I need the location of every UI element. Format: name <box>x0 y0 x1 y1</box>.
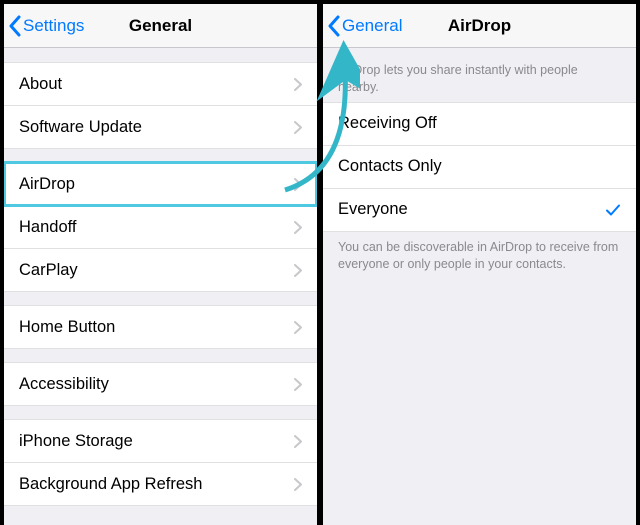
option-everyone[interactable]: Everyone <box>323 188 636 232</box>
back-label: Settings <box>23 16 84 36</box>
list-item-airdrop[interactable]: AirDrop <box>4 162 317 206</box>
back-label: General <box>342 16 402 36</box>
chevron-left-icon <box>8 15 21 37</box>
chevron-right-icon <box>294 264 302 277</box>
general-settings-screen: Settings General About Software Update A… <box>4 4 317 525</box>
list-item-label: AirDrop <box>19 175 75 194</box>
list-item-carplay[interactable]: CarPlay <box>4 248 317 292</box>
back-button-general[interactable]: General <box>323 15 402 37</box>
list-item-label: Home Button <box>19 318 115 337</box>
list-item-label: CarPlay <box>19 261 78 280</box>
list-item-background-app-refresh[interactable]: Background App Refresh <box>4 462 317 506</box>
option-receiving-off[interactable]: Receiving Off <box>323 102 636 146</box>
chevron-left-icon <box>327 15 340 37</box>
list-item-software-update[interactable]: Software Update <box>4 105 317 149</box>
list-item-label: Background App Refresh <box>19 475 202 494</box>
general-list: About Software Update AirDrop Handoff Ca… <box>4 48 317 525</box>
list-item-label: Software Update <box>19 118 142 137</box>
chevron-right-icon <box>294 435 302 448</box>
chevron-right-icon <box>294 178 302 191</box>
option-contacts-only[interactable]: Contacts Only <box>323 145 636 189</box>
airdrop-content: AirDrop lets you share instantly with pe… <box>323 48 636 525</box>
list-item-label: iPhone Storage <box>19 432 133 451</box>
chevron-right-icon <box>294 78 302 91</box>
list-item-label: About <box>19 75 62 94</box>
chevron-right-icon <box>294 378 302 391</box>
list-item-handoff[interactable]: Handoff <box>4 205 317 249</box>
checkmark-icon <box>605 202 621 218</box>
chevron-right-icon <box>294 221 302 234</box>
airdrop-settings-screen: General AirDrop AirDrop lets you share i… <box>323 4 636 525</box>
navbar-left: Settings General <box>4 4 317 48</box>
list-item-label: Accessibility <box>19 375 109 394</box>
list-item-about[interactable]: About <box>4 62 317 106</box>
option-label: Receiving Off <box>338 114 437 133</box>
option-label: Contacts Only <box>338 157 442 176</box>
chevron-right-icon <box>294 121 302 134</box>
list-item-accessibility[interactable]: Accessibility <box>4 362 317 406</box>
back-button-settings[interactable]: Settings <box>4 15 84 37</box>
footer-description: You can be discoverable in AirDrop to re… <box>323 231 636 277</box>
navbar-right: General AirDrop <box>323 4 636 48</box>
list-item-home-button[interactable]: Home Button <box>4 305 317 349</box>
list-item-label: Handoff <box>19 218 77 237</box>
header-description: AirDrop lets you share instantly with pe… <box>323 48 636 102</box>
chevron-right-icon <box>294 478 302 491</box>
chevron-right-icon <box>294 321 302 334</box>
list-item-iphone-storage[interactable]: iPhone Storage <box>4 419 317 463</box>
option-label: Everyone <box>338 200 408 219</box>
